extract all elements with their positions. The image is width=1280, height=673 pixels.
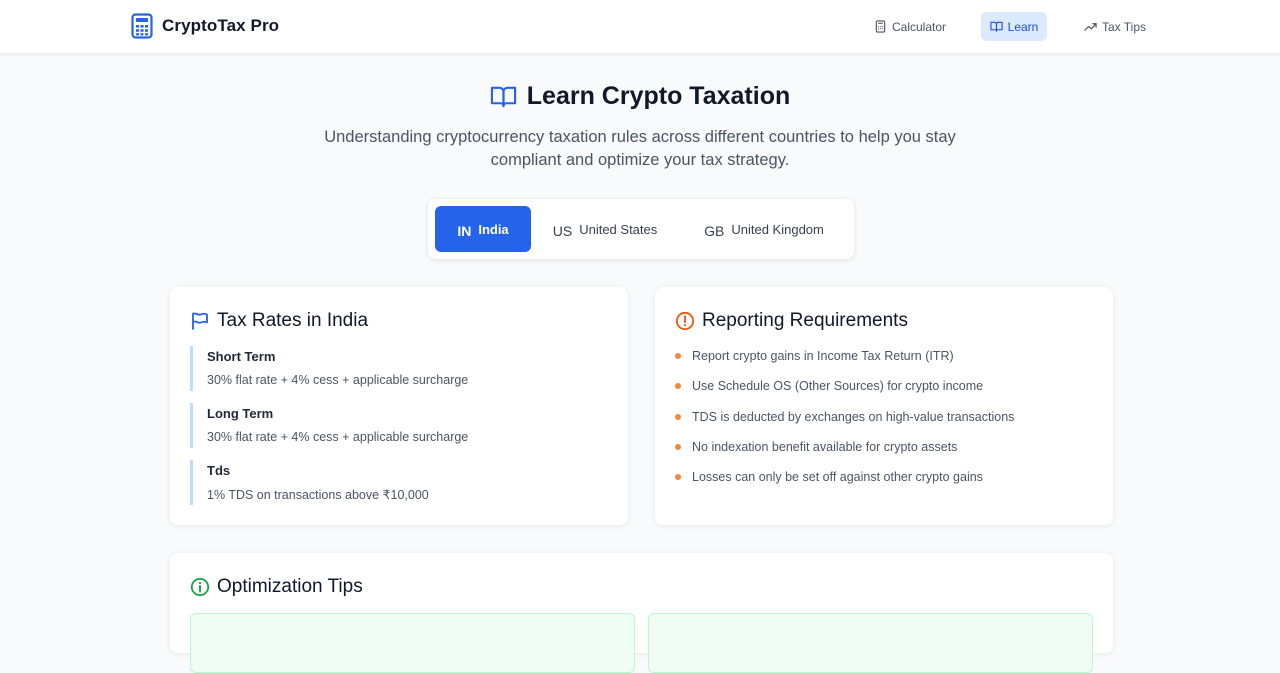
nav-learn[interactable]: Learn [981,12,1047,41]
rate-item: Short Term 30% flat rate + 4% cess + app… [190,346,590,391]
nav-learn-label: Learn [1007,19,1039,34]
reporting-heading: Reporting Requirements [675,310,908,332]
list-item-text: Report crypto gains in Income Tax Return… [692,349,954,363]
list-item-text: Use Schedule OS (Other Sources) for cryp… [692,379,984,394]
rate-name: Tds [207,463,231,478]
tab-united-states-label: United States [579,221,658,237]
page-heading: Learn Crypto Taxation [0,82,1280,111]
bullet-icon [675,474,681,481]
country-tabs: IN India US United States GB United King… [428,199,854,259]
tax-rates-heading: Tax Rates in India [190,310,368,332]
reporting-requirements-card: Reporting Requirements Report crypto gai… [655,287,1113,525]
main-nav: Calculator Learn Tax Tips [0,12,1280,41]
list-item: No indexation benefit available for cryp… [675,440,1095,470]
tab-united-states-code: US [552,223,573,239]
rate-desc: 1% TDS on transactions above ₹10,000 [207,488,429,502]
calculator-icon [875,20,886,33]
book-open-icon [490,86,516,108]
tip-box [648,613,1093,673]
info-icon [190,577,210,597]
page-subtitle: Understanding cryptocurrency taxation ru… [324,128,956,169]
list-item: Use Schedule OS (Other Sources) for cryp… [675,379,1095,409]
rate-item: Long Term 30% flat rate + 4% cess + appl… [190,403,590,448]
alert-circle-icon [675,311,695,331]
tab-united-kingdom-label: United Kingdom [731,221,824,237]
optimization-title: Optimization Tips [217,576,363,597]
list-item: TDS is deducted by exchanges on high-val… [675,410,1095,440]
tab-united-kingdom-code: GB [704,223,725,239]
list-item-text: No indexation benefit available for cryp… [692,439,958,454]
requirements-list: Report crypto gains in Income Tax Return… [675,349,1095,500]
tax-rates-card: Tax Rates in India Short Term 30% flat r… [170,287,628,525]
bullet-icon [675,443,681,450]
list-item: Report crypto gains in Income Tax Return… [675,349,1095,379]
top-navbar: CryptoTax Pro Calculator Learn Tax Tips [0,0,1280,53]
bullet-icon [675,413,681,420]
bullet-icon [675,353,681,359]
optimization-heading: Optimization Tips [190,576,363,598]
tip-box [190,613,635,673]
trending-up-icon [1084,23,1097,31]
tax-rates-title: Tax Rates in India [217,310,369,331]
nav-calculator[interactable]: Calculator [864,12,956,41]
rate-name: Long Term [207,406,274,421]
tab-india-label: India [478,221,509,237]
bullet-icon [675,383,681,390]
nav-calculator-label: Calculator [892,19,947,34]
reporting-title: Reporting Requirements [702,310,908,331]
list-item: Losses can only be set off against other… [675,470,1095,500]
flag-icon [192,312,208,330]
nav-tax-tips[interactable]: Tax Tips [1074,12,1156,41]
list-item-text: TDS is deducted by exchanges on high-val… [692,409,1015,424]
nav-tax-tips-label: Tax Tips [1102,19,1147,34]
tab-india-code: IN [457,223,472,239]
book-icon [990,21,1003,32]
rate-name: Short Term [207,349,276,364]
tab-united-kingdom[interactable]: GB United Kingdom [686,206,842,252]
optimization-tips-card: Optimization Tips [170,553,1113,673]
list-item-text: Losses can only be set off against other… [692,470,983,485]
rate-desc: 30% flat rate + 4% cess + applicable sur… [207,430,469,444]
rate-desc: 30% flat rate + 4% cess + applicable sur… [207,373,469,387]
tab-india[interactable]: IN India [435,206,531,252]
tab-united-states[interactable]: US United States [540,206,670,252]
rate-item: Tds 1% TDS on transactions above ₹10,000 [190,460,590,505]
page-title: Learn Crypto Taxation [526,82,791,110]
